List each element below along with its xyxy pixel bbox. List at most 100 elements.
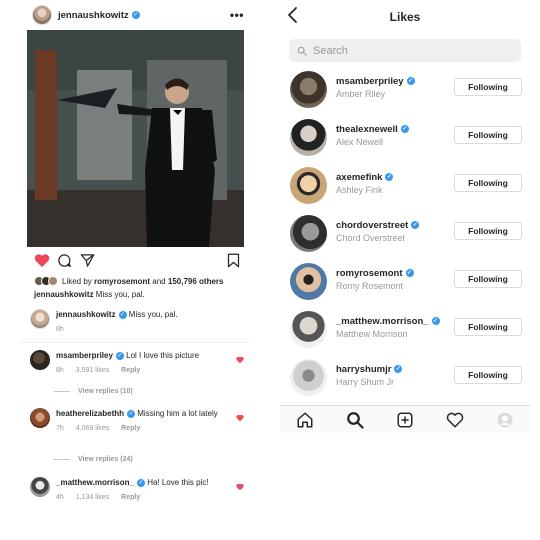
comment-text: Miss you, pal. (128, 310, 178, 319)
verified-icon: ✓ (400, 125, 409, 134)
user-avatar[interactable] (290, 119, 327, 156)
reply-button[interactable]: Reply (121, 425, 140, 432)
liked-avatar (48, 276, 58, 286)
comment-time: 8h (56, 367, 64, 374)
verified-icon: ✓ (136, 478, 145, 487)
search-input[interactable] (313, 44, 503, 57)
like-list-item[interactable]: romyrosemont ✓ Romy Rosemont Following (290, 260, 530, 304)
like-full-name: Romy Rosemont (336, 281, 404, 291)
comment-likes[interactable]: 1,134 likes (76, 494, 109, 501)
following-button[interactable]: Following (454, 78, 522, 96)
user-avatar[interactable] (290, 215, 327, 252)
comment-time: 8h (56, 326, 64, 333)
post-caption: jennaushkowitz Miss you, pal. (34, 290, 145, 299)
more-options-icon[interactable]: ••• (230, 8, 244, 22)
following-button[interactable]: Following (454, 318, 522, 336)
verified-icon: ✓ (431, 317, 440, 326)
following-button[interactable]: Following (454, 174, 522, 192)
search-tab-icon[interactable] (346, 411, 364, 429)
verified-icon: ✓ (411, 221, 420, 230)
comment-username[interactable]: _matthew.morrison_ (56, 478, 134, 487)
post-panel: jennaushkowitz ✓ ••• Liked by romyrosemo… (20, 0, 250, 540)
comment-avatar[interactable] (30, 477, 50, 497)
post-header: jennaushkowitz ✓ ••• (32, 3, 244, 27)
verified-icon: ✓ (127, 409, 136, 418)
verified-icon: ✓ (405, 269, 414, 278)
comment-avatar[interactable] (30, 309, 50, 329)
search-bar[interactable] (289, 39, 521, 62)
activity-icon[interactable] (446, 411, 464, 429)
comment-heart-icon[interactable] (236, 356, 244, 364)
like-username[interactable]: axemefink ✓ (336, 172, 394, 183)
like-username[interactable]: chordoverstreet ✓ (336, 220, 420, 231)
comment-username[interactable]: heatherelizabethh (56, 409, 124, 418)
comment-text: Lol I love this picture (126, 351, 200, 360)
verified-icon: ✓ (115, 351, 124, 360)
post-author-username[interactable]: jennaushkowitz (58, 10, 129, 21)
like-list-item[interactable]: thealexnewell ✓ Alex Newell Following (290, 116, 530, 160)
comment-heart-icon[interactable] (236, 414, 244, 422)
likes-header: Likes (280, 0, 530, 36)
comment-username[interactable]: msamberpriley (56, 351, 113, 360)
view-replies-link[interactable]: View replies (10) (54, 388, 133, 395)
caption-username[interactable]: jennaushkowitz (34, 290, 94, 299)
user-avatar[interactable] (290, 167, 327, 204)
like-username[interactable]: romyrosemont ✓ (336, 268, 414, 279)
like-full-name: Ashley Fink (336, 185, 383, 195)
like-list-item[interactable]: harryshumjr ✓ Harry Shum Jr Following (290, 356, 530, 400)
following-button[interactable]: Following (454, 126, 522, 144)
verified-icon: ✓ (394, 365, 403, 374)
comment-icon[interactable] (57, 253, 72, 268)
add-icon[interactable] (396, 411, 414, 429)
comment-likes[interactable]: 4,069 likes (76, 425, 109, 432)
post-action-bar (30, 253, 244, 271)
user-avatar[interactable] (290, 263, 327, 300)
like-full-name: Matthew Morrison (336, 329, 408, 339)
comment-likes[interactable]: 3,591 likes (76, 367, 109, 374)
home-icon[interactable] (296, 411, 314, 429)
bookmark-icon[interactable] (227, 253, 240, 268)
like-list-item[interactable]: axemefink ✓ Ashley Fink Following (290, 164, 530, 208)
reply-button[interactable]: Reply (121, 494, 140, 501)
comment-time: 4h (56, 494, 64, 501)
verified-icon: ✓ (131, 11, 140, 19)
following-button[interactable]: Following (454, 222, 522, 240)
following-button[interactable]: Following (454, 366, 522, 384)
reply-button[interactable]: Reply (121, 367, 140, 374)
like-username[interactable]: harryshumjr ✓ (336, 364, 403, 375)
like-username[interactable]: msamberpriley ✓ (336, 76, 415, 87)
post-photo[interactable] (27, 30, 244, 247)
comment-avatar[interactable] (30, 350, 50, 370)
view-replies-link[interactable]: View replies (24) (54, 456, 133, 463)
post-photo-image (27, 30, 244, 247)
post-author-avatar[interactable] (32, 5, 52, 25)
heart-icon[interactable] (34, 253, 50, 268)
comment-text: Ha! Love this pic! (147, 478, 209, 487)
liked-by-user[interactable]: romyrosemont (94, 277, 150, 286)
comment-heart-icon[interactable] (236, 483, 244, 491)
like-username[interactable]: thealexnewell ✓ (336, 124, 409, 135)
verified-icon: ✓ (118, 310, 127, 319)
divider (20, 342, 250, 343)
liked-by-row[interactable]: Liked by romyrosemont and 150,796 others (34, 276, 250, 286)
like-list-item[interactable]: _matthew.morrison_ ✓ Matthew Morrison Fol… (290, 308, 530, 352)
liked-by-and: and (152, 276, 166, 286)
like-list-item[interactable]: msamberpriley ✓ Amber Riley Following (290, 68, 530, 112)
share-icon[interactable] (80, 253, 95, 268)
liked-by-prefix: Liked by (62, 276, 92, 286)
comment-text: Missing him a lot lately (137, 409, 218, 418)
comment-avatar[interactable] (30, 408, 50, 428)
like-list-item[interactable]: chordoverstreet ✓ Chord Overstreet Follow… (290, 212, 530, 256)
like-username[interactable]: _matthew.morrison_ ✓ (336, 316, 440, 327)
search-icon (297, 46, 307, 56)
comment-username[interactable]: jennaushkowitz (56, 310, 116, 319)
profile-icon[interactable] (496, 411, 514, 429)
following-button[interactable]: Following (454, 270, 522, 288)
page-title: Likes (389, 10, 421, 24)
user-avatar[interactable] (290, 311, 327, 348)
caption-text: Miss you, pal. (95, 290, 145, 299)
liked-by-count[interactable]: 150,796 others (168, 277, 224, 286)
user-avatar[interactable] (290, 71, 327, 108)
user-avatar[interactable] (290, 359, 327, 396)
verified-icon: ✓ (406, 77, 415, 86)
